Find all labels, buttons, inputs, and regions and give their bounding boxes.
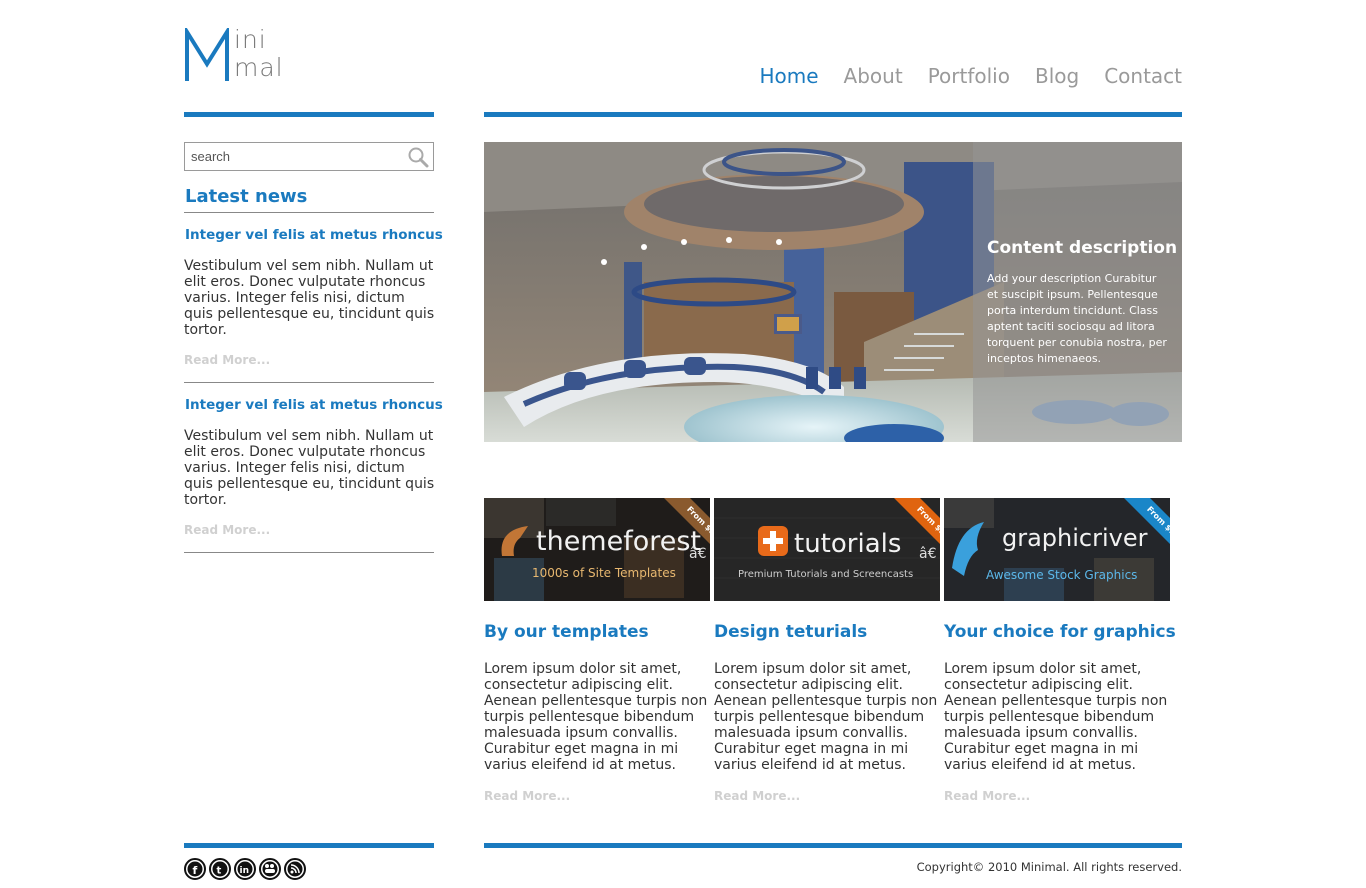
nav-blog[interactable]: Blog	[1035, 62, 1079, 90]
svg-text:f: f	[193, 864, 198, 877]
brand-name: tutorials	[794, 529, 901, 559]
sidebar-top-rule	[184, 112, 434, 117]
card-body: Lorem ipsum dolor sit amet, consectetur …	[484, 661, 708, 773]
card-title[interactable]: By our templates	[484, 622, 649, 642]
card-read-more-link[interactable]: Read More...	[484, 789, 570, 803]
search-input[interactable]	[191, 147, 401, 166]
latest-news-heading: Latest news	[185, 186, 308, 207]
hero-caption-title: Content description	[987, 238, 1178, 258]
nav-about[interactable]: About	[844, 62, 903, 90]
brand-tagline: Awesome Stock Graphics	[986, 568, 1137, 582]
card-read-more-link[interactable]: Read More...	[714, 789, 800, 803]
tutorials-banner-graphic: tutorials Premium Tutorials and Screenca…	[714, 498, 940, 601]
graphicriver-banner[interactable]: graphicriver Awesome Stock Graphics From…	[944, 498, 1170, 601]
logo-text-bottom: mal	[234, 53, 284, 82]
tutorials-banner[interactable]: tutorials Premium Tutorials and Screenca…	[714, 498, 940, 601]
themeforest-banner-graphic: themeforest 1000s of Site Templates â€ F…	[484, 498, 710, 601]
facebook-icon[interactable]: f	[184, 858, 206, 880]
sidebar-bottom-rule	[184, 843, 434, 848]
nav-home[interactable]: Home	[759, 62, 818, 90]
logo-text-top: ini	[234, 25, 267, 54]
linkedin-icon[interactable]: in	[234, 858, 256, 880]
myspace-icon[interactable]	[259, 858, 281, 880]
divider	[184, 552, 434, 553]
rss-icon[interactable]	[284, 858, 306, 880]
news-item-title[interactable]: Integer vel felis at metus rhoncus	[185, 397, 445, 413]
card-body: Lorem ipsum dolor sit amet, consectetur …	[714, 661, 938, 773]
card-read-more-link[interactable]: Read More...	[944, 789, 1030, 803]
hero-caption-body: Add your description Curabitur et suscip…	[987, 272, 1167, 365]
divider	[184, 382, 434, 383]
news-read-more-link[interactable]: Read More...	[184, 353, 270, 367]
news-item-body: Vestibulum vel sem nibh. Nullam ut elit …	[184, 428, 435, 508]
brand-glyph: â€	[689, 546, 707, 562]
card-title[interactable]: Your choice for graphics	[944, 622, 1176, 642]
main-nav: Home About Portfolio Blog Contact	[734, 62, 1182, 90]
hero-slider[interactable]: Content description Add your description…	[484, 142, 1182, 442]
hero-caption: Content description Add your description…	[973, 142, 1182, 442]
twitter-icon[interactable]: t	[209, 858, 231, 880]
site-logo[interactable]: ini mal	[184, 25, 304, 84]
brand-glyph: â€	[919, 546, 937, 562]
brand-tagline: Premium Tutorials and Screencasts	[738, 569, 913, 580]
svg-text:t: t	[217, 866, 222, 877]
news-read-more-link[interactable]: Read More...	[184, 523, 270, 537]
brand-tagline: 1000s of Site Templates	[532, 566, 676, 580]
card-title[interactable]: Design teturials	[714, 622, 867, 642]
news-item-body: Vestibulum vel sem nibh. Nullam ut elit …	[184, 258, 435, 338]
nav-contact[interactable]: Contact	[1104, 62, 1182, 90]
content-top-rule	[484, 112, 1182, 117]
card-body: Lorem ipsum dolor sit amet, consectetur …	[944, 661, 1168, 773]
search-icon[interactable]	[407, 146, 429, 168]
news-item-title[interactable]: Integer vel felis at metus rhoncus	[185, 227, 445, 243]
divider	[184, 212, 434, 213]
logo-m-mark	[185, 28, 229, 81]
graphicriver-banner-graphic: graphicriver Awesome Stock Graphics From…	[944, 498, 1170, 601]
nav-portfolio[interactable]: Portfolio	[928, 62, 1010, 90]
brand-name: graphicriver	[1002, 524, 1148, 552]
brand-name: themeforest	[536, 526, 701, 557]
content-bottom-rule	[484, 843, 1182, 848]
search-box	[184, 142, 434, 171]
copyright-text: Copyright© 2010 Minimal. All rights rese…	[916, 860, 1182, 874]
social-links: f t in	[184, 858, 306, 880]
themeforest-banner[interactable]: themeforest 1000s of Site Templates â€ F…	[484, 498, 710, 601]
svg-text:in: in	[240, 866, 250, 876]
